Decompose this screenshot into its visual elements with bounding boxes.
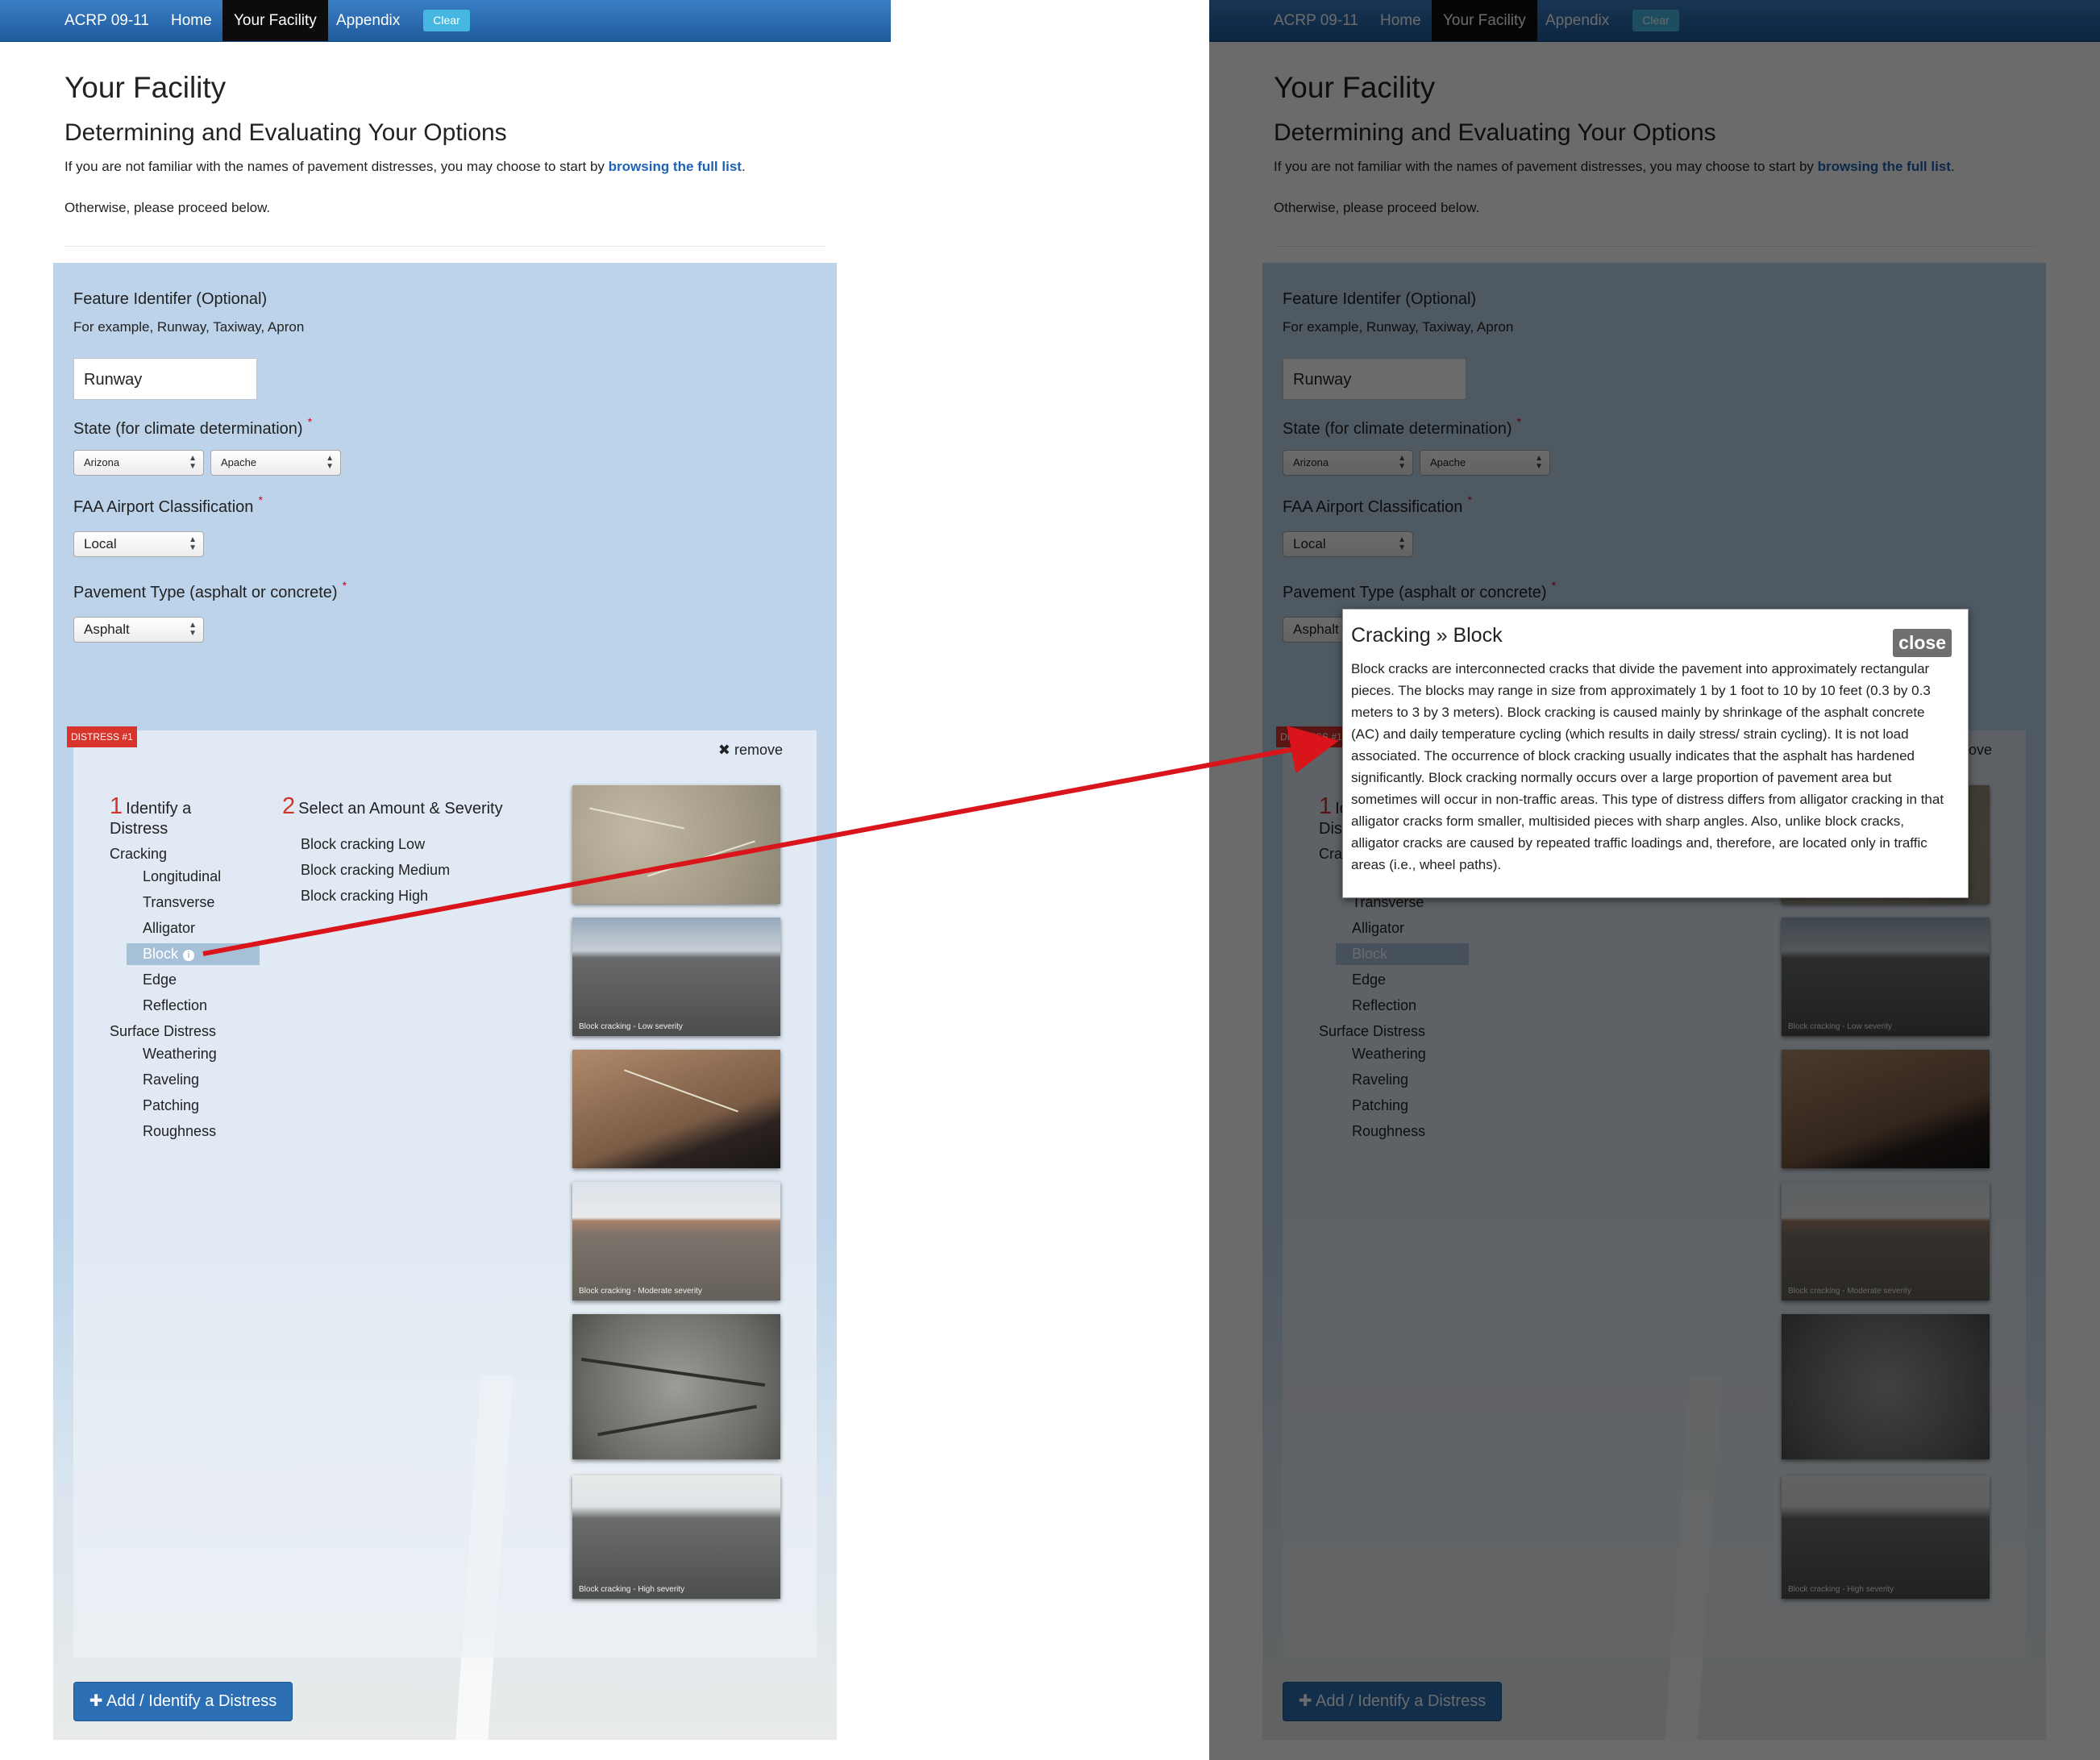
step1-line1: Identify a — [126, 800, 192, 818]
distress-photo-3[interactable] — [572, 1050, 780, 1168]
modal-close-button[interactable]: close — [1893, 629, 1952, 657]
crack-mark — [580, 1358, 766, 1387]
distress-photo-2[interactable]: Block cracking - Low severity — [572, 917, 780, 1036]
county-select-value: Apache — [221, 456, 257, 468]
step2-label: Select an Amount & Severity — [298, 800, 503, 818]
nav-appendix[interactable]: Appendix — [336, 0, 400, 41]
faa-classification-select[interactable]: Local ▲▼ — [73, 531, 204, 557]
state-select[interactable]: Arizona ▲▼ — [73, 450, 204, 476]
block-label: Block — [143, 946, 179, 962]
clear-button[interactable]: Clear — [423, 10, 470, 31]
modal-body-text: Block cracks are interconnected cracks t… — [1351, 661, 1944, 872]
severity-low-option[interactable]: Block cracking Low — [301, 836, 425, 853]
divider — [64, 246, 826, 247]
tree-item-raveling[interactable]: Raveling — [143, 1071, 199, 1088]
proceed-text: Otherwise, please proceed below. — [64, 200, 271, 215]
close-icon: ✖ — [717, 742, 734, 758]
step2-number: 2 — [282, 793, 296, 819]
feature-identifier-input[interactable]: Runway — [73, 358, 257, 400]
category-cracking: Cracking — [110, 846, 168, 862]
tree-item-longitudinal[interactable]: Longitudinal — [143, 868, 221, 885]
distress-badge: DISTRESS #1 — [67, 726, 137, 747]
nav-your-facility[interactable]: Your Facility — [222, 0, 328, 41]
intro-text: If you are not familiar with the names o… — [64, 159, 746, 175]
category-surface-distress: Surface Distress — [110, 1023, 217, 1039]
feature-label: Feature Identifer (Optional) — [73, 290, 268, 308]
page-subtitle: Determining and Evaluating Your Options — [64, 119, 507, 146]
faa-select-value: Local — [84, 536, 117, 551]
crack-mark — [597, 1404, 757, 1437]
nav-home[interactable]: Home — [171, 0, 212, 41]
photo-caption: Block cracking - Moderate severity — [579, 1287, 702, 1296]
required-mark: * — [258, 493, 263, 506]
plus-icon: ✚ — [89, 1692, 106, 1710]
state-label-text: State (for climate determination) — [73, 420, 303, 438]
intro-prefix: If you are not familiar with the names o… — [64, 159, 609, 174]
screenshot-before: ACRP 09-11 Home Your Facility Appendix C… — [0, 0, 891, 1760]
faa-label: FAA Airport Classification * — [73, 493, 263, 517]
distress-info-modal: Cracking » Block close Block cracks are … — [1342, 609, 1969, 898]
pavement-label-text: Pavement Type (asphalt or concrete) — [73, 584, 338, 601]
intro-suffix: . — [741, 159, 746, 174]
photo-caption: Block cracking - Low severity — [579, 1022, 683, 1031]
page-title: Your Facility — [64, 71, 227, 104]
photo-caption: Block cracking - High severity — [579, 1585, 685, 1594]
modal-title: Cracking » Block — [1351, 624, 1503, 647]
tree-item-edge[interactable]: Edge — [143, 972, 177, 988]
step1-number: 1 — [110, 793, 123, 819]
tree-item-alligator[interactable]: Alligator — [143, 920, 195, 937]
crack-mark — [589, 807, 684, 830]
step1-heading: 1Identify a — [110, 793, 191, 820]
add-distress-button[interactable]: ✚ Add / Identify a Distress — [73, 1682, 293, 1721]
screenshot-after: ACRP 09-11 Home Your Facility Appendix C… — [1209, 0, 2100, 1760]
pavement-type-select[interactable]: Asphalt ▲▼ — [73, 617, 204, 643]
required-mark: * — [342, 579, 347, 592]
pavement-select-value: Asphalt — [84, 622, 130, 637]
county-select[interactable]: Apache ▲▼ — [210, 450, 341, 476]
crack-mark — [624, 1069, 738, 1113]
nav-brand[interactable]: ACRP 09-11 — [64, 0, 149, 41]
distress-photo-5[interactable] — [572, 1314, 780, 1459]
distress-photo-1[interactable] — [572, 785, 780, 904]
facility-form-panel: Feature Identifer (Optional) For example… — [53, 263, 837, 1740]
crack-mark — [647, 840, 755, 877]
select-arrows-icon: ▲▼ — [189, 535, 197, 552]
faa-label-text: FAA Airport Classification — [73, 498, 254, 516]
info-icon[interactable]: i — [183, 950, 195, 961]
state-label: State (for climate determination) * — [73, 415, 312, 439]
tree-item-roughness[interactable]: Roughness — [143, 1123, 216, 1140]
distress-photo-4[interactable]: Block cracking - Moderate severity — [572, 1182, 780, 1300]
pavement-label: Pavement Type (asphalt or concrete) * — [73, 579, 347, 602]
distress-photo-6[interactable]: Block cracking - High severity — [572, 1475, 780, 1599]
severity-high-option[interactable]: Block cracking High — [301, 888, 428, 905]
select-arrows-icon: ▲▼ — [189, 454, 197, 471]
tree-item-block-selected[interactable]: Block i — [127, 943, 260, 965]
select-arrows-icon: ▲▼ — [326, 454, 334, 471]
distress-card: DISTRESS #1 ✖ remove 1Identify a Distres… — [67, 726, 817, 1658]
step1-heading-line2: Distress — [110, 820, 168, 838]
tree-item-reflection[interactable]: Reflection — [143, 997, 207, 1014]
feature-help: For example, Runway, Taxiway, Apron — [73, 319, 305, 335]
add-distress-label: Add / Identify a Distress — [106, 1692, 277, 1710]
top-navbar: ACRP 09-11 Home Your Facility Appendix C… — [0, 0, 891, 42]
remove-label: remove — [734, 742, 783, 758]
tree-item-patching[interactable]: Patching — [143, 1097, 199, 1114]
step2-heading: 2 Select an Amount & Severity — [282, 793, 503, 820]
required-mark: * — [307, 415, 313, 428]
remove-distress-button[interactable]: ✖ remove — [718, 742, 783, 759]
tree-item-weathering[interactable]: Weathering — [143, 1046, 217, 1063]
state-select-value: Arizona — [84, 456, 120, 468]
browse-full-list-link[interactable]: browsing the full list — [609, 159, 742, 174]
severity-medium-option[interactable]: Block cracking Medium — [301, 862, 450, 879]
select-arrows-icon: ▲▼ — [189, 621, 197, 638]
tree-item-transverse[interactable]: Transverse — [143, 894, 214, 911]
